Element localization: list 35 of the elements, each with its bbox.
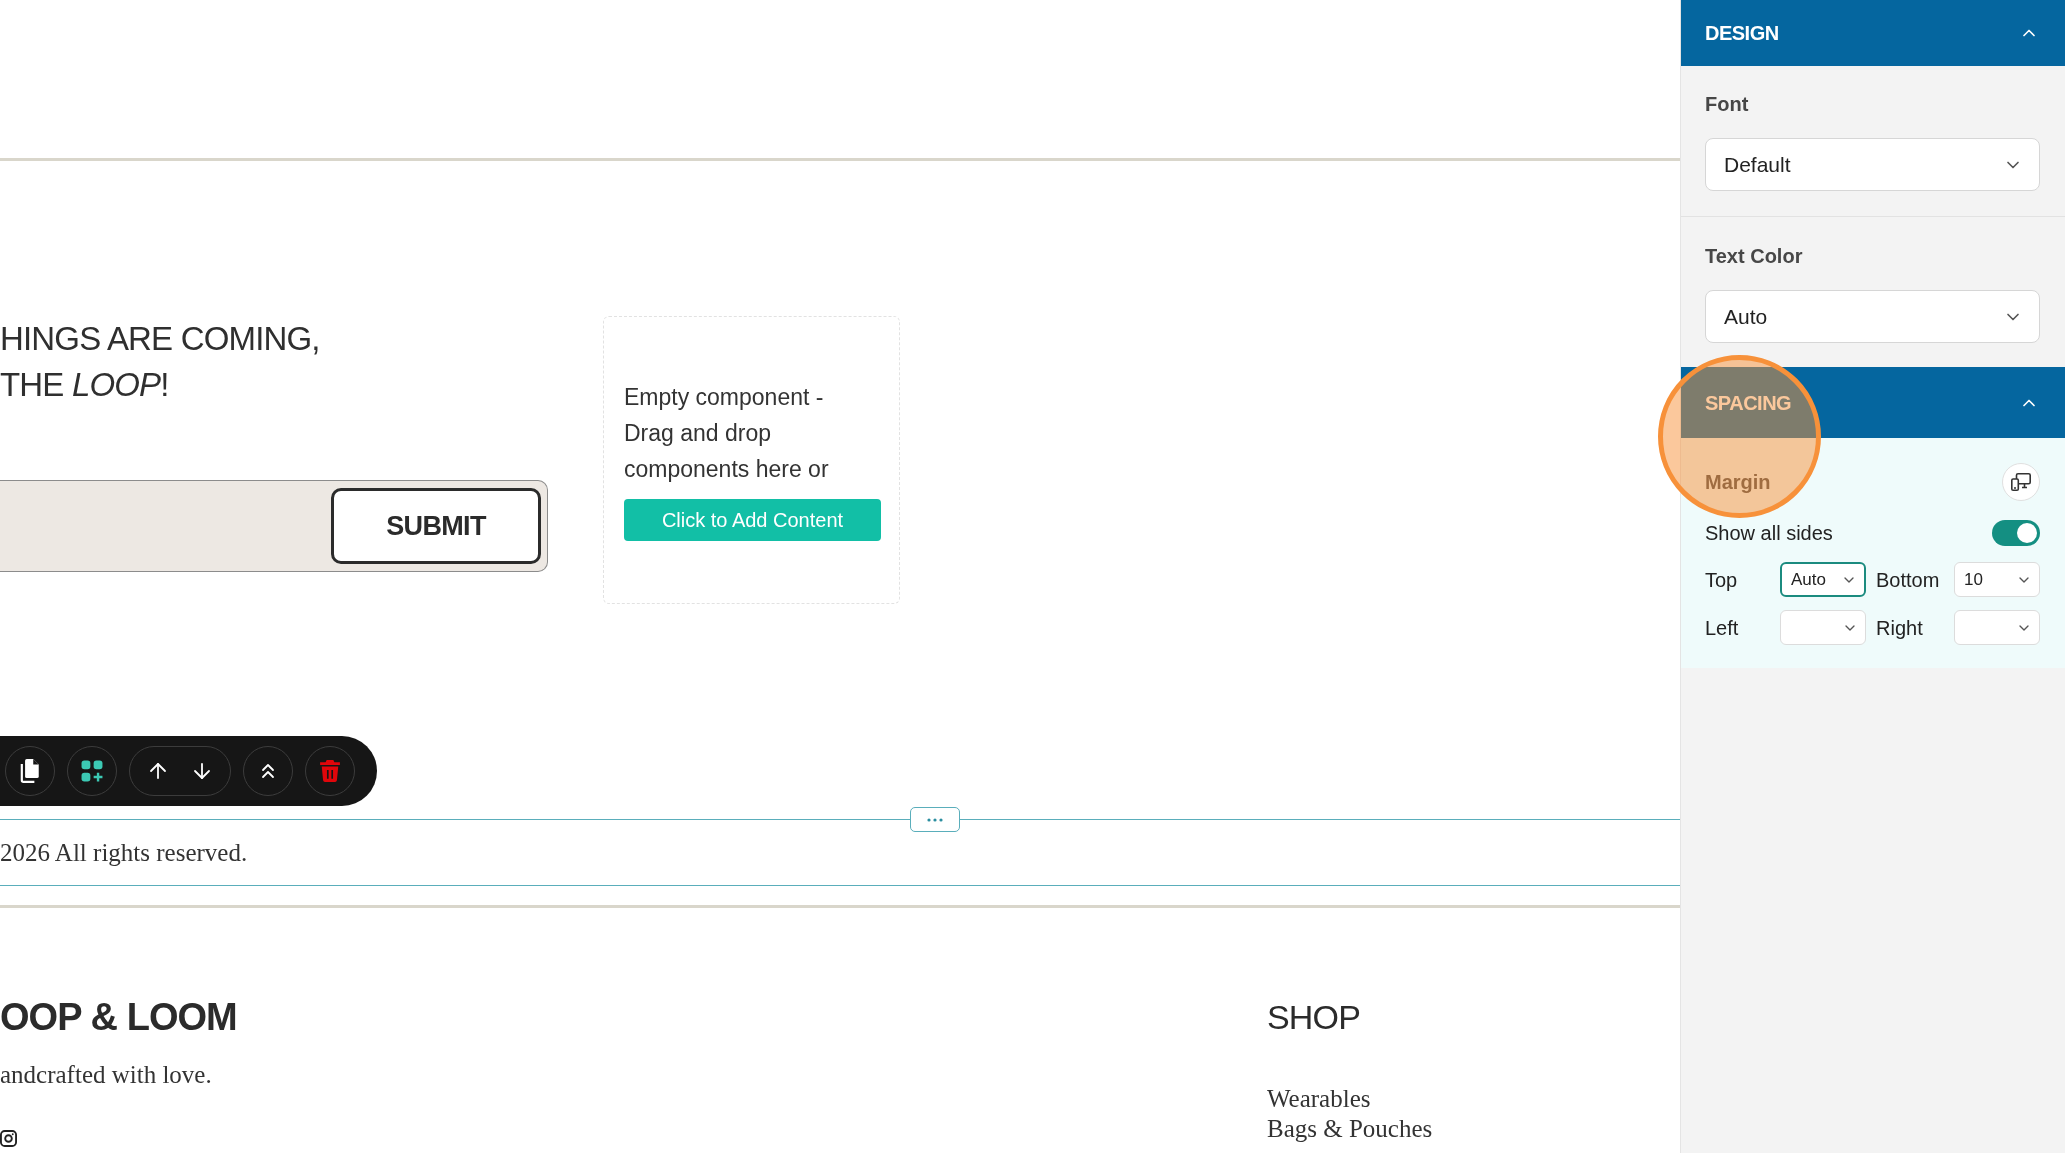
submit-button[interactable]: SUBMIT — [331, 488, 541, 564]
brand-tagline: andcrafted with love. — [0, 1060, 212, 1090]
hero-heading: HINGS ARE COMING, THE LOOP! — [0, 319, 320, 405]
add-block-button[interactable] — [67, 746, 117, 796]
devices-button[interactable] — [2002, 463, 2040, 501]
side-label: Bottom — [1876, 567, 1941, 593]
devices-icon — [2011, 473, 2031, 491]
margin-select[interactable]: 10 — [1954, 562, 2040, 597]
margin-select[interactable]: Auto — [1780, 562, 1866, 597]
footer-link[interactable]: Wearables — [1267, 1084, 1371, 1114]
empty-component-message: Empty component - Drag and drop components here or — [624, 383, 830, 484]
select-field[interactable]: Auto — [1705, 290, 2040, 343]
copyright-text: 2026 All rights reserved. — [0, 837, 248, 868]
field-label: Text Color — [1705, 244, 1804, 268]
grid-plus-icon — [81, 760, 103, 782]
select-parent-button[interactable] — [243, 746, 293, 796]
side-label: Left — [1705, 615, 1740, 641]
side-label: Top — [1705, 567, 1739, 593]
footer-column-heading: SHOP — [1267, 997, 1360, 1038]
group-label: Margin — [1705, 470, 1771, 495]
ellipsis-icon — [927, 817, 943, 822]
side-label: Right — [1876, 615, 1924, 641]
toggle-label: Show all sides — [1705, 521, 1833, 546]
show-all-sides-toggle[interactable] — [1992, 520, 2040, 546]
select-field[interactable]: Default — [1705, 138, 2040, 191]
rounded-square-icon[interactable] — [0, 1130, 17, 1147]
copy-icon — [20, 759, 40, 783]
duplicate-button[interactable] — [5, 746, 55, 796]
brand-name: OOP & LOOM — [0, 995, 237, 1040]
footer-link[interactable]: Bags & Pouches — [1267, 1114, 1433, 1144]
delete-button[interactable] — [305, 746, 355, 796]
field-label: Font — [1705, 92, 1750, 116]
trash-icon — [320, 760, 340, 782]
more-button[interactable] — [910, 807, 960, 832]
section-header[interactable]: DESIGN — [1681, 0, 2065, 66]
